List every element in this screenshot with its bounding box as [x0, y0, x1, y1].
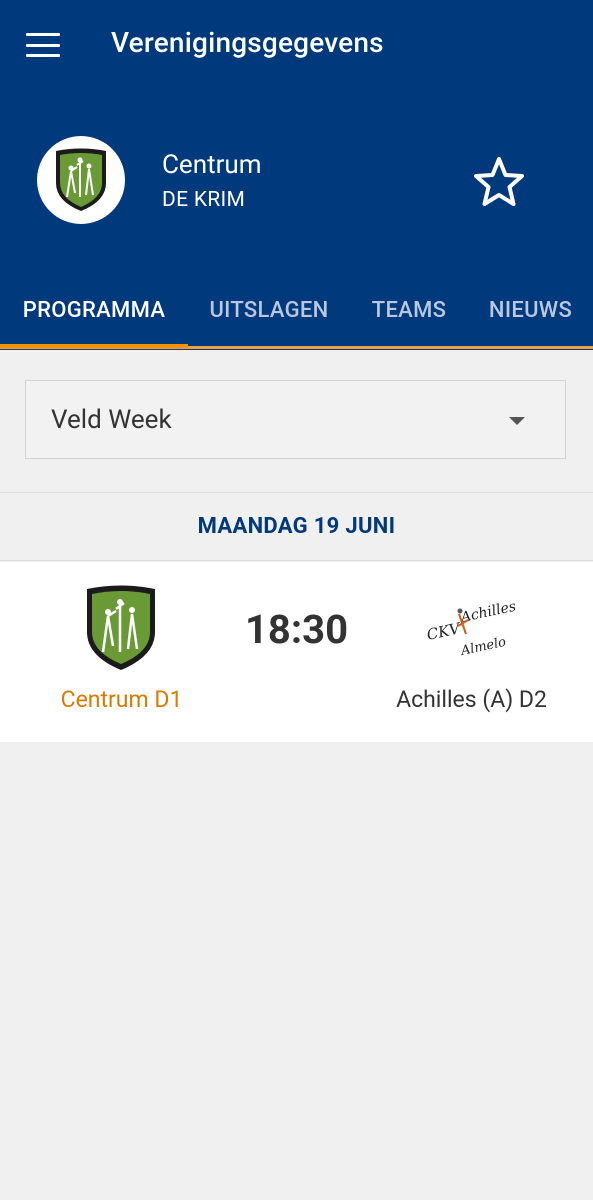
- tab-teams[interactable]: TEAMS: [350, 290, 468, 348]
- club-city: DE KRIM: [162, 188, 246, 212]
- away-logo-ckv: CKV: [425, 619, 464, 644]
- dropdown-selected-value: Veld Week: [51, 405, 172, 435]
- match-row[interactable]: Centrum D1 18:30 CKV Achilles Almelo Ach…: [0, 562, 593, 742]
- triangle-down-icon: [509, 417, 525, 425]
- home-team-name: Centrum D1: [60, 686, 183, 713]
- star-outline-icon: [474, 157, 524, 206]
- tab-bar: PROGRAMMA UITSLAGEN TEAMS NIEUWS: [0, 290, 593, 350]
- away-team-name: Achilles (A) D2: [396, 686, 547, 713]
- active-tab-indicator: [0, 344, 188, 348]
- tab-uitslagen[interactable]: UITSLAGEN: [188, 290, 350, 348]
- away-team-logo: CKV Achilles Almelo: [425, 599, 518, 659]
- top-app-bar: Verenigingsgegevens: [0, 0, 593, 92]
- club-logo: [37, 136, 125, 224]
- page-title: Verenigingsgegevens: [111, 26, 384, 59]
- club-name: Centrum: [162, 150, 262, 180]
- tab-nieuws[interactable]: NIEUWS: [468, 290, 593, 348]
- menu-icon[interactable]: [26, 30, 60, 60]
- club-crest-icon: [56, 148, 106, 211]
- club-info: Centrum DE KRIM: [0, 136, 593, 226]
- favorite-button[interactable]: [470, 154, 528, 212]
- away-logo-achilles: Achilles: [458, 599, 518, 627]
- tab-programma[interactable]: PROGRAMMA: [0, 290, 188, 348]
- app-header: Verenigingsgegevens Centrum DE KRIM PROG…: [0, 0, 593, 350]
- period-dropdown[interactable]: Veld Week: [25, 380, 566, 459]
- date-header: MAANDAG 19 JUNI: [0, 492, 593, 561]
- away-logo-almelo: Almelo: [459, 635, 508, 659]
